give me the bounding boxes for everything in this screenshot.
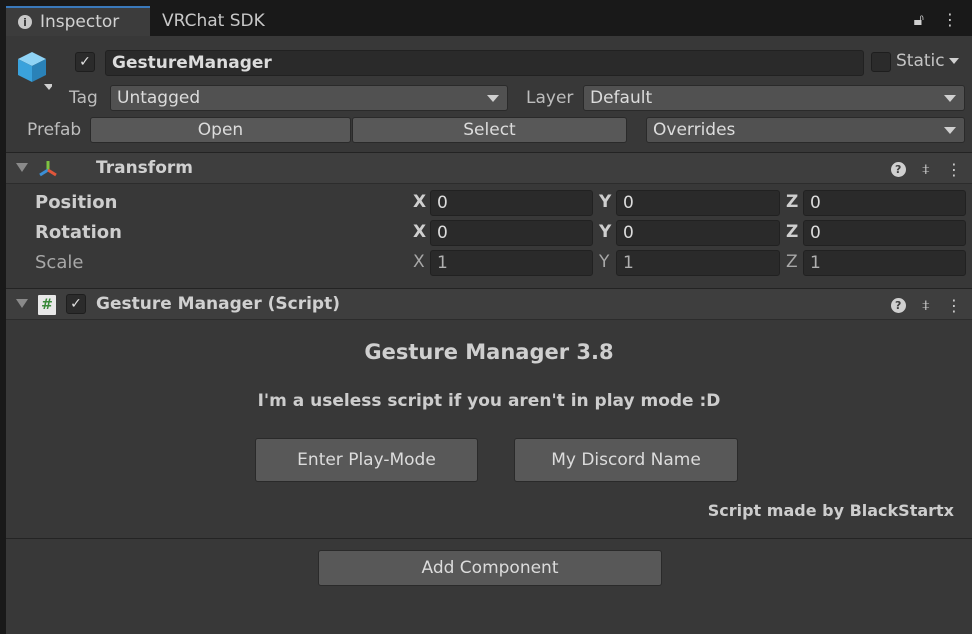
position-label: Position [35, 192, 118, 213]
transform-axes-icon [39, 161, 57, 177]
chevron-down-icon [948, 58, 959, 64]
prefab-select-button[interactable]: Select [352, 117, 627, 143]
rotation-z-field[interactable]: 0 [803, 220, 966, 246]
more-vertical-icon[interactable]: ⋮ [946, 296, 962, 315]
foldout-arrow-icon[interactable] [16, 163, 28, 172]
axis-y-label[interactable]: Y [599, 222, 611, 242]
static-label: Static [896, 51, 945, 71]
axis-z-label[interactable]: Z [786, 252, 798, 272]
layer-label: Layer [526, 88, 574, 108]
static-dropdown[interactable]: Static [896, 51, 959, 71]
chevron-down-icon [944, 95, 956, 102]
chevron-down-icon [944, 127, 956, 134]
script-body: Gesture Manager 3.8 I'm a useless script… [6, 320, 972, 538]
position-x-field[interactable]: 0 [430, 190, 593, 216]
axis-z-label[interactable]: Z [786, 222, 798, 242]
foldout-arrow-icon[interactable] [16, 299, 28, 308]
axis-y-label[interactable]: Y [599, 192, 611, 212]
prefab-open-button[interactable]: Open [90, 117, 351, 143]
discord-name-button[interactable]: My Discord Name [514, 438, 738, 482]
axis-z-label[interactable]: Z [786, 192, 798, 212]
scale-y-field[interactable]: 1 [616, 250, 780, 276]
script-message: I'm a useless script if you aren't in pl… [257, 391, 721, 411]
position-z-field[interactable]: 0 [803, 190, 966, 216]
tab-inspector[interactable]: i Inspector [6, 6, 150, 36]
rotation-label: Rotation [35, 222, 122, 243]
rotation-x-field[interactable]: 0 [430, 220, 593, 246]
chevron-down-icon [487, 95, 499, 102]
csharp-script-icon: # [38, 295, 56, 315]
tab-bar: i Inspector VRChat SDK 🔓︎ ⋮ [0, 0, 972, 36]
tab-vrchat-sdk-label: VRChat SDK [162, 11, 265, 31]
object-name-field[interactable]: GestureManager [105, 50, 864, 76]
more-vertical-icon[interactable]: ⋮ [942, 10, 958, 30]
active-checkbox[interactable]: ✓ [75, 52, 95, 72]
script-component-header[interactable]: # ✓ Gesture Manager (Script) ? ⧧ ⋮ [6, 288, 972, 320]
tab-vrchat-sdk[interactable]: VRChat SDK [150, 6, 277, 36]
axis-x-label[interactable]: X [413, 192, 426, 212]
position-y-field[interactable]: 0 [616, 190, 780, 216]
tag-value: Untagged [117, 88, 201, 108]
info-icon: i [18, 15, 32, 29]
gameobject-cube-icon[interactable] [16, 50, 52, 90]
script-title: Gesture Manager (Script) [96, 294, 340, 314]
layer-dropdown[interactable]: Default [583, 85, 965, 111]
axis-y-label[interactable]: Y [599, 252, 609, 272]
tag-dropdown[interactable]: Untagged [110, 85, 508, 111]
tag-label: Tag [69, 88, 98, 108]
enter-play-mode-button[interactable]: Enter Play-Mode [255, 438, 478, 482]
script-enabled-checkbox[interactable]: ✓ [66, 294, 86, 314]
script-credit: Script made by BlackStartx [707, 501, 954, 520]
scale-x-field[interactable]: 1 [430, 250, 593, 276]
transform-title: Transform [96, 158, 193, 178]
section-divider [6, 538, 972, 539]
lock-icon[interactable]: 🔓︎ [914, 10, 924, 30]
transform-header[interactable]: Transform ? ⧧ ⋮ [6, 152, 972, 184]
add-component-button[interactable]: Add Component [318, 550, 662, 586]
overrides-label: Overrides [653, 120, 736, 140]
presets-icon[interactable]: ⧧ [922, 295, 930, 315]
scale-label: Scale [35, 252, 84, 273]
layer-value: Default [590, 88, 653, 108]
presets-icon[interactable]: ⧧ [922, 159, 930, 179]
rotation-y-field[interactable]: 0 [616, 220, 780, 246]
axis-x-label[interactable]: X [413, 252, 425, 272]
help-icon[interactable]: ? [890, 297, 906, 313]
script-heading: Gesture Manager 3.8 [364, 340, 614, 364]
more-vertical-icon[interactable]: ⋮ [946, 160, 962, 179]
tab-inspector-label: Inspector [40, 12, 120, 32]
inspector-panel: ✓ GestureManager Static Tag Untagged Lay… [6, 36, 972, 634]
prefab-label: Prefab [27, 120, 82, 140]
axis-x-label[interactable]: X [413, 222, 426, 242]
static-checkbox[interactable] [871, 52, 891, 72]
prefab-overrides-dropdown[interactable]: Overrides [646, 117, 965, 143]
help-icon[interactable]: ? [890, 161, 906, 177]
scale-z-field[interactable]: 1 [803, 250, 966, 276]
